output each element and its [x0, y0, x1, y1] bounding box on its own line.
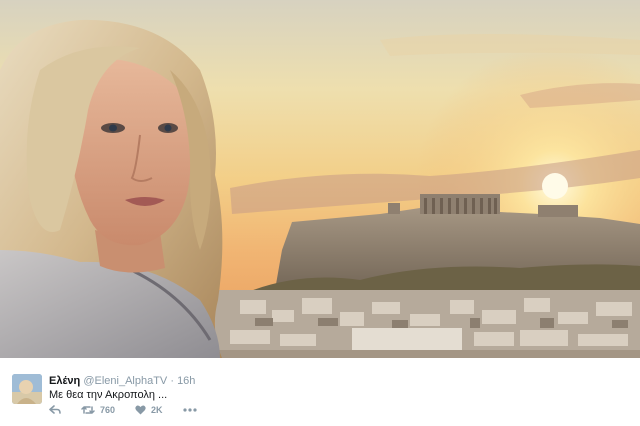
retweet-count: 760 [100, 405, 116, 415]
tweet-header: Ελένη @Eleni_AlphaTV · 16h [49, 374, 195, 388]
avatar-image [12, 374, 42, 404]
tweet-card: Ελένη @Eleni_AlphaTV · 16h Με θεα την Ακ… [0, 358, 640, 426]
tweet-actions: 760 2K [49, 402, 217, 418]
retweet-icon [81, 406, 95, 414]
avatar[interactable] [12, 374, 42, 404]
tweet-text: Με θεα την Ακροπολη ... [49, 389, 168, 401]
like-button[interactable]: 2K [135, 405, 163, 415]
retweet-button[interactable]: 760 [81, 405, 115, 415]
reply-button[interactable] [49, 405, 61, 415]
sunset-acropolis-photo [0, 0, 640, 358]
user-handle[interactable]: @Eleni_AlphaTV [83, 375, 167, 387]
display-name[interactable]: Ελένη [49, 375, 80, 387]
more-button[interactable] [182, 408, 197, 412]
more-dots-icon [182, 408, 197, 412]
tweet-photo[interactable] [0, 0, 640, 358]
tweet-timestamp[interactable]: 16h [177, 375, 195, 387]
separator-dot: · [170, 375, 174, 387]
like-count: 2K [151, 405, 163, 415]
heart-icon [135, 405, 146, 415]
reply-icon [49, 405, 61, 414]
